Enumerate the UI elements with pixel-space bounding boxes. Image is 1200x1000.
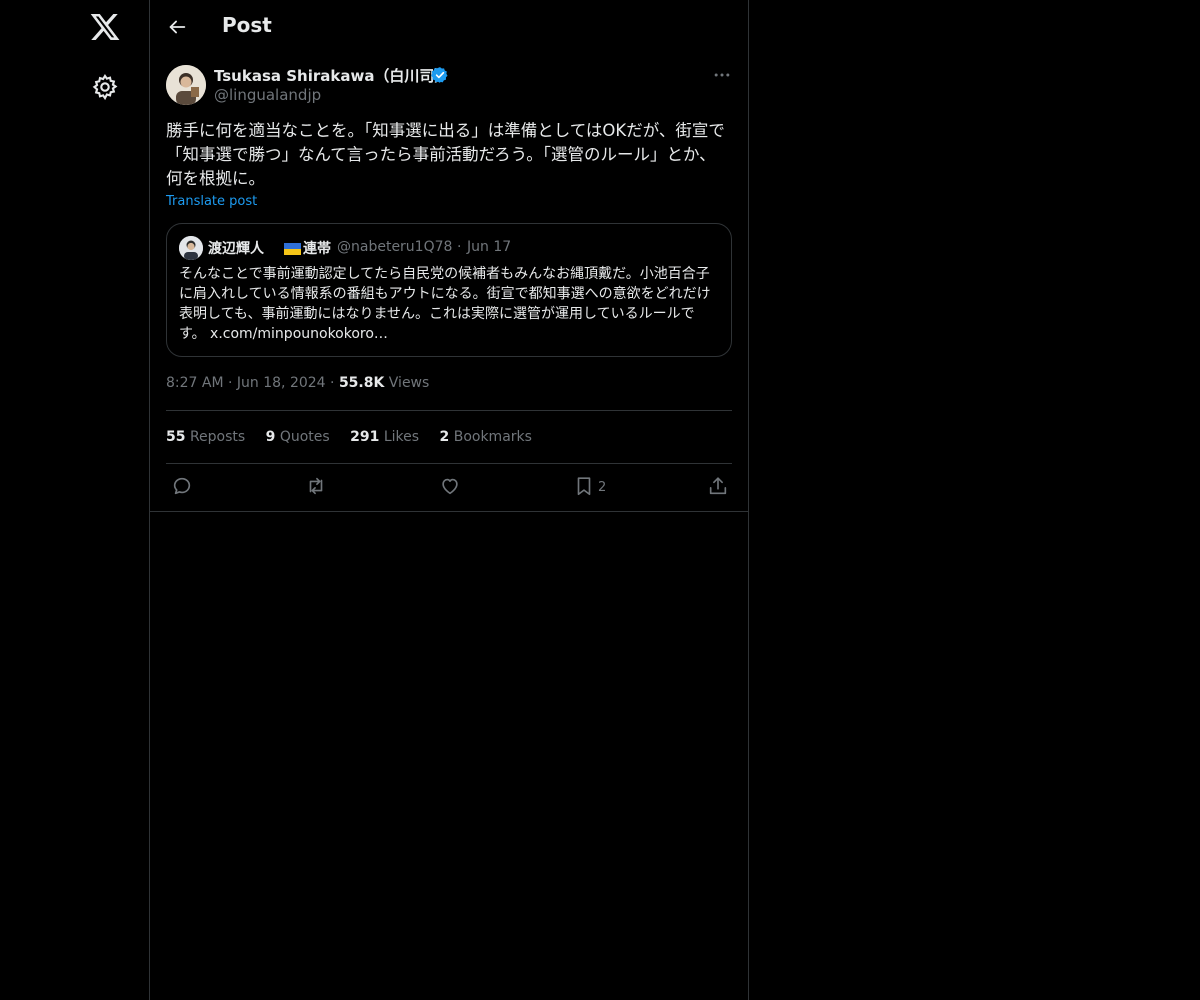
main-column: Post Tsukasa Shirakawa（白川司） @lingualandj… <box>149 0 749 1000</box>
separator-dot: · <box>330 375 339 391</box>
likes-stat[interactable]: 291 Likes <box>350 429 419 445</box>
verified-badge-icon <box>431 66 449 84</box>
quote-text: そんなことで事前運動認定してたら自民党の候補者もみんなお縄頂戴だ。小池百合子に肩… <box>179 266 711 342</box>
post-time[interactable]: 8:27 AM <box>166 375 224 391</box>
post: Tsukasa Shirakawa（白川司） @lingualandjp 勝手に… <box>150 53 748 512</box>
views-label: Views <box>388 375 430 391</box>
ukraine-flag-icon <box>284 243 301 255</box>
reposts-stat[interactable]: 55 Reposts <box>166 429 245 445</box>
divider <box>166 410 732 411</box>
quote-author-name-suffix: 連帯 <box>303 241 331 257</box>
quoted-post[interactable]: 渡辺輝人 連帯 @nabeteru1Q78 · Jun 17 そんなことで事前運… <box>166 223 732 357</box>
post-text: 勝手に何を適当なことを。「知事選に出る」は準備としてはOKだが、街宣で「知事選で… <box>166 121 725 188</box>
quote-author-handle: @nabeteru1Q78 <box>337 239 453 255</box>
bookmark-icon[interactable] <box>573 475 595 497</box>
post-date[interactable]: Jun 18, 2024 <box>237 375 326 391</box>
translate-link[interactable]: Translate post <box>166 194 257 209</box>
action-bar: 2 <box>150 463 748 511</box>
more-icon[interactable] <box>712 65 732 85</box>
gear-icon[interactable] <box>91 73 119 101</box>
arrow-left-icon[interactable] <box>166 16 188 38</box>
x-logo-icon[interactable] <box>89 11 121 43</box>
repost-icon[interactable] <box>305 475 327 497</box>
views-count: 55.8K <box>338 375 385 391</box>
quote-date: Jun 17 <box>467 239 512 255</box>
quote-avatar <box>179 236 203 260</box>
quote-author-name: 渡辺輝人 <box>208 241 264 257</box>
bookmark-count: 2 <box>598 480 607 495</box>
separator-dot: · <box>457 239 462 255</box>
author-name[interactable]: Tsukasa Shirakawa（白川司） <box>214 65 449 86</box>
avatar[interactable] <box>166 65 206 105</box>
share-icon[interactable] <box>707 475 729 497</box>
left-nav <box>0 0 149 1000</box>
bookmarks-stat[interactable]: 2 Bookmarks <box>440 429 532 445</box>
page-title: Post <box>222 13 272 37</box>
reply-icon[interactable] <box>171 475 193 497</box>
quotes-stat[interactable]: 9 Quotes <box>266 429 330 445</box>
author-handle[interactable]: @lingualandjp <box>214 86 321 104</box>
heart-icon[interactable] <box>439 475 461 497</box>
separator-dot: · <box>228 375 237 391</box>
header: Post <box>150 0 748 53</box>
post-meta: 8:27 AM · Jun 18, 2024 · 55.8K Views <box>166 375 429 391</box>
engagement-stats: 55 Reposts 9 Quotes 291 Likes 2 Bookmark… <box>166 429 548 445</box>
